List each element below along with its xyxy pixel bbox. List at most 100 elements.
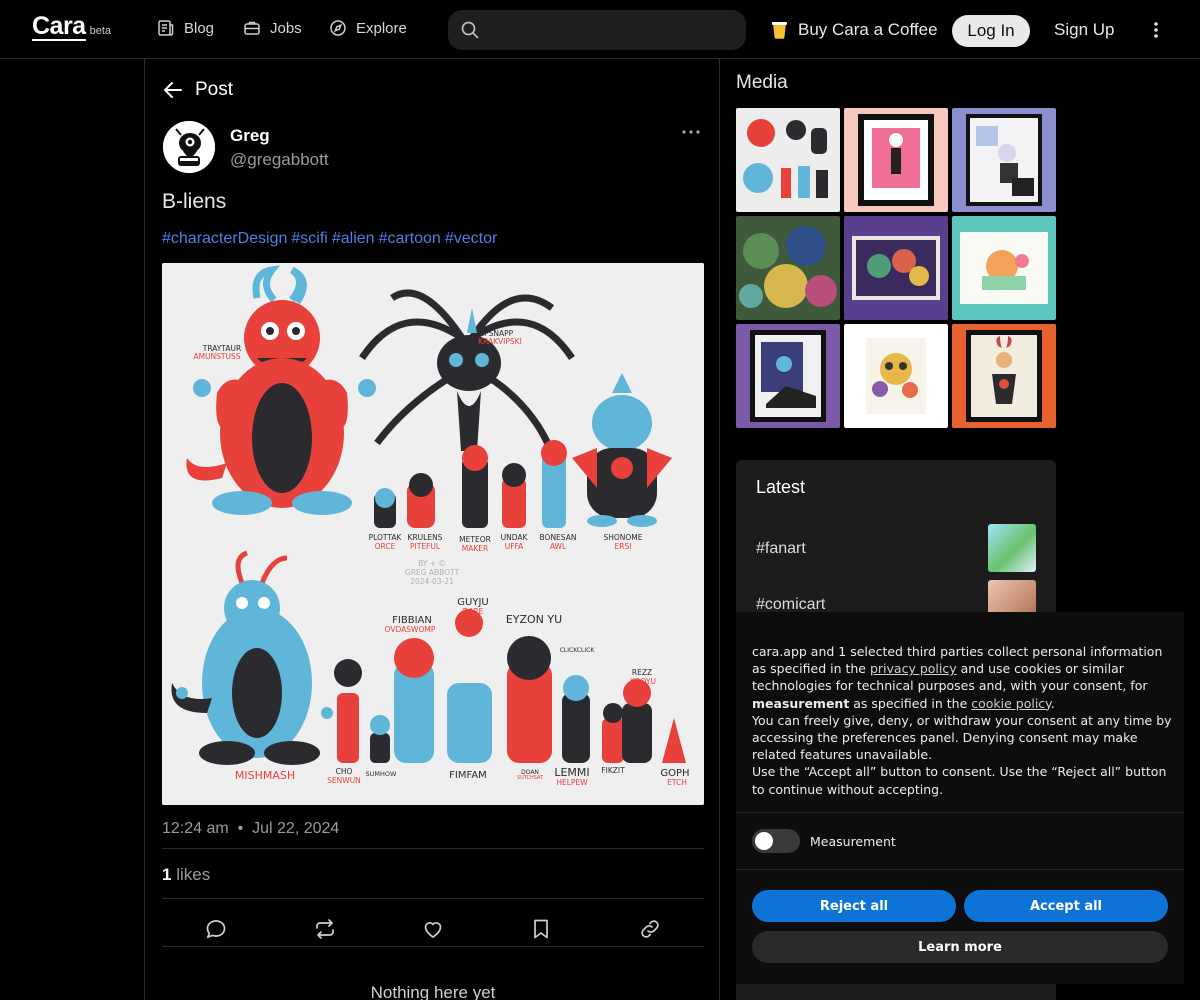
measurement-toggle-label: Measurement [810, 834, 896, 849]
art-label: UNDAK [501, 533, 529, 542]
tag-link[interactable]: #alien [332, 230, 375, 247]
reject-all-button[interactable]: Reject all [752, 890, 956, 922]
tag-link[interactable]: #characterDesign [162, 230, 287, 247]
post-column: Post Greg @gregabbott B-liens #character… [144, 59, 720, 1000]
heart-icon [424, 922, 442, 938]
tag-link[interactable]: #vector [445, 230, 497, 247]
post-title: B-liens [162, 190, 227, 213]
latest-title: Latest [756, 477, 806, 497]
media-thumbnail[interactable] [736, 216, 840, 320]
art-sublabel: ERSI [615, 542, 632, 551]
nav-explore-label: Explore [356, 19, 407, 37]
divider [162, 946, 704, 947]
accept-all-button[interactable]: Accept all [964, 890, 1168, 922]
media-thumbnail[interactable] [736, 108, 840, 212]
cookie-policy-link[interactable]: cookie policy [971, 696, 1051, 711]
privacy-policy-link[interactable]: privacy policy [870, 661, 957, 676]
art-label: CHO [336, 767, 353, 776]
latest-tags-card: Latest #fanart #comicart [736, 460, 1056, 620]
search-bar[interactable] [448, 10, 746, 50]
tag-link[interactable]: #cartoon [379, 230, 441, 247]
media-section-title: Media [736, 72, 788, 93]
nav-blog[interactable]: Blog [157, 19, 214, 37]
art-sublabel: KOOYU [630, 677, 656, 686]
comment-icon [206, 920, 226, 939]
art-sublabel: SENWUN [327, 776, 361, 785]
blog-icon [158, 20, 174, 36]
compass-icon [330, 20, 346, 36]
share-link-button[interactable] [638, 917, 662, 941]
post-more-icon[interactable] [681, 129, 701, 135]
art-signature: BY + © [418, 559, 446, 568]
art-sublabel: AWL [550, 542, 567, 551]
art-label: KRULENS [408, 533, 443, 542]
divider [162, 898, 704, 899]
art-label: SHONOME [603, 533, 642, 542]
repost-icon [315, 919, 334, 939]
cookie-consent-banner: cara.app and 1 selected third parties co… [736, 612, 1184, 984]
bookmark-icon [534, 919, 549, 939]
media-thumbnail[interactable] [952, 216, 1056, 320]
comment-button[interactable] [204, 917, 228, 941]
signup-button[interactable]: Sign Up [1054, 20, 1114, 40]
art-sublabel: SUTCHSAT [517, 775, 544, 781]
nav-explore[interactable]: Explore [329, 19, 407, 37]
top-navigation-bar: Cara beta Blog Jobs Explore Buy Cara a C… [0, 0, 1200, 59]
meta-separator: • [233, 820, 248, 837]
more-options-icon[interactable] [1146, 20, 1166, 40]
search-icon [461, 21, 479, 39]
post-artwork[interactable]: TRAYTAUR AMUNSTUSS VIPSNAPP KRAKVIPSKI P… [162, 263, 704, 805]
media-thumbnail[interactable] [952, 108, 1056, 212]
author-name[interactable]: Greg [230, 126, 270, 146]
latest-tag-fanart[interactable]: #fanart [756, 540, 806, 558]
alien-avatar-image [163, 121, 215, 173]
author-avatar[interactable] [163, 121, 215, 173]
fanart-thumbnail[interactable] [988, 524, 1036, 572]
post-actions [162, 911, 704, 947]
repost-button[interactable] [313, 917, 337, 941]
art-label: METEOR [459, 535, 491, 544]
divider [162, 848, 704, 849]
nav-jobs-label: Jobs [270, 19, 302, 37]
art-label: BONESAN [540, 533, 577, 542]
likes-count[interactable]: 1 likes [162, 865, 210, 885]
media-thumbnail[interactable] [952, 324, 1056, 428]
arrow-left-icon [164, 82, 182, 98]
sidebar-card-partial [736, 984, 1056, 1000]
search-input[interactable] [490, 21, 730, 39]
cara-logo[interactable]: Cara beta [32, 14, 111, 41]
like-button[interactable] [421, 917, 445, 941]
bookmark-button[interactable] [529, 917, 553, 941]
art-sublabel: MAKER [462, 544, 488, 553]
art-label: FIMFAM [449, 770, 487, 781]
art-sublabel: ETCH [667, 778, 687, 787]
art-sublabel: KRAKVIPSKI [478, 337, 522, 346]
media-thumbnail[interactable] [736, 324, 840, 428]
art-label: CLICKCLICK [560, 647, 596, 654]
nav-jobs[interactable]: Jobs [243, 19, 302, 37]
likes-number: 1 [162, 865, 172, 884]
art-sublabel: ORCE [375, 542, 396, 551]
learn-more-button[interactable]: Learn more [752, 931, 1168, 963]
art-sublabel: PITEFUL [410, 542, 441, 551]
back-to-feed[interactable]: Post [163, 79, 233, 101]
media-thumbnail[interactable] [844, 108, 948, 212]
consent-paragraph-2: You can freely give, deny, or withdraw y… [752, 712, 1172, 763]
art-label: REZZ [632, 668, 652, 677]
alien-lineup-illustration: TRAYTAUR AMUNSTUSS VIPSNAPP KRAKVIPSKI P… [162, 263, 704, 805]
media-thumbnail[interactable] [844, 324, 948, 428]
tag-link[interactable]: #scifi [291, 230, 327, 247]
login-button[interactable]: Log In [952, 15, 1030, 47]
coffee-cup-icon [772, 22, 787, 39]
art-sublabel: DARE [463, 607, 484, 616]
likes-label: likes [176, 865, 211, 884]
buy-coffee-link[interactable]: Buy Cara a Coffee [771, 20, 938, 40]
post-date: Jul 22, 2024 [252, 820, 340, 837]
art-label: MISHMASH [235, 769, 295, 782]
measurement-toggle[interactable] [752, 829, 800, 853]
empty-comments-message: Nothing here yet [370, 983, 496, 1000]
media-thumbnail[interactable] [844, 216, 948, 320]
consent-text: cara.app and 1 selected third parties co… [752, 643, 1172, 798]
author-handle[interactable]: @gregabbott [230, 150, 329, 170]
beta-badge: beta [89, 25, 112, 37]
